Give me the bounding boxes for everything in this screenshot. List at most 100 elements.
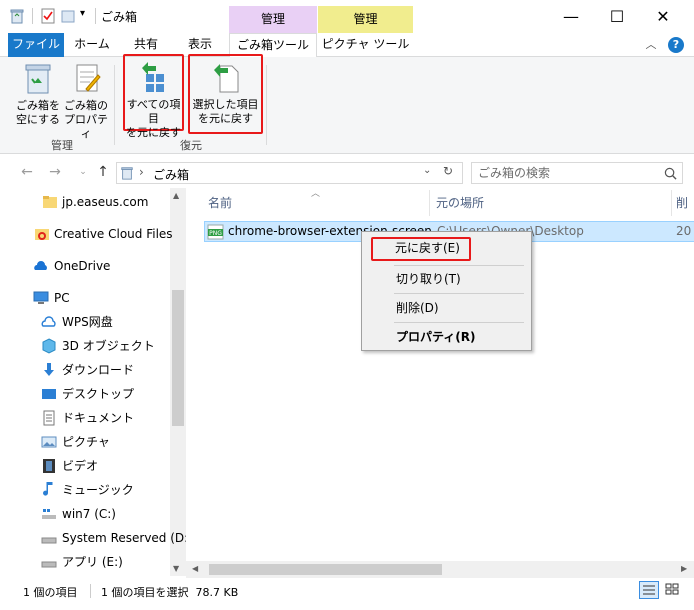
file-date-deleted: 20 — [676, 224, 692, 238]
restore-selected-items-button[interactable]: 選択した項目 を元に戻す — [188, 54, 263, 134]
computer-icon — [33, 291, 49, 304]
nav-item-downloads[interactable]: ダウンロード — [0, 358, 168, 382]
png-file-icon: PNG — [207, 224, 224, 240]
film-icon — [43, 459, 55, 473]
window-title: ごみ箱 — [101, 10, 138, 24]
up-arrow-icon[interactable]: ↑ — [94, 164, 112, 180]
scroll-down-icon[interactable]: ▼ — [173, 564, 179, 573]
nav-item-3d-objects[interactable]: 3D オブジェクト — [0, 334, 168, 358]
nav-item-drive-e[interactable]: アプリ (E:) — [0, 550, 168, 574]
nav-item-desktop[interactable]: デスクトップ — [0, 382, 168, 406]
recycle-bin-properties-button[interactable]: ごみ箱の プロパティ — [62, 61, 110, 140]
menu-item-properties[interactable]: プロパティ(R) — [366, 326, 526, 348]
chevron-down-icon[interactable]: ⌄ — [423, 165, 431, 176]
chevron-up-icon[interactable]: ︿ — [641, 33, 661, 57]
document-icon — [43, 410, 55, 426]
nav-item-drive-d[interactable]: System Reserved (D:) — [0, 526, 193, 550]
tab-file[interactable]: ファイル — [8, 33, 64, 57]
new-folder-icon[interactable] — [60, 8, 76, 24]
properties-document-icon — [76, 64, 101, 92]
refresh-icon[interactable]: ↻ — [443, 164, 453, 178]
forward-arrow-icon[interactable]: → — [46, 164, 64, 180]
nav-item-drive-c[interactable]: win7 (C:) — [0, 502, 168, 526]
address-field[interactable]: › ごみ箱 ⌄ ↻ — [116, 162, 463, 184]
scroll-right-icon[interactable]: ▶ — [681, 564, 687, 573]
nav-item-jp-easeus[interactable]: jp.easeus.com — [0, 190, 168, 214]
details-view-icon — [643, 585, 655, 595]
search-icon[interactable] — [664, 167, 677, 180]
breadcrumb-recycle-bin[interactable]: ごみ箱 — [153, 166, 189, 183]
address-bar-row: ← → ⌄ ↑ › ごみ箱 ⌄ ↻ ごみ箱の検索 — [0, 156, 694, 188]
menu-separator — [394, 293, 524, 294]
maximize-button[interactable]: ☐ — [594, 0, 640, 33]
details-view-button[interactable] — [639, 581, 659, 599]
nav-item-creative-cloud[interactable]: Creative Cloud Files — [0, 222, 173, 246]
item-count: 1 個の項目 — [23, 586, 78, 599]
nav-item-pc[interactable]: PC — [0, 286, 168, 310]
restore-all-icon — [141, 62, 164, 92]
nav-item-documents[interactable]: ドキュメント — [0, 406, 168, 430]
nav-item-onedrive[interactable]: OneDrive — [0, 254, 168, 278]
column-header-name[interactable]: 名前 — [208, 190, 430, 216]
horizontal-scrollbar-thumb[interactable] — [209, 564, 442, 575]
nav-item-pictures[interactable]: ピクチャ — [0, 430, 168, 454]
restore-selected-icon — [213, 64, 238, 93]
onedrive-cloud-icon — [34, 261, 47, 270]
title-bar: ▾ ごみ箱 管理 管理 — ☐ ✕ — [0, 0, 694, 33]
ribbon-group-restore-label: 復元 — [180, 139, 202, 152]
ribbon-tab-bar: ファイル ホーム 共有 表示 ごみ箱ツール ピクチャ ツール ︿ ? — [0, 33, 694, 58]
divider — [95, 8, 96, 24]
music-note-icon — [43, 482, 53, 496]
ribbon: ごみ箱を 空にする ごみ箱の プロパティ すべての項目 を元に戻す 選択した項目… — [0, 54, 694, 154]
back-arrow-icon[interactable]: ← — [18, 164, 36, 180]
picture-icon — [41, 436, 57, 448]
quick-access-dropdown-icon[interactable]: ▾ — [80, 8, 85, 19]
desktop-icon — [42, 389, 56, 399]
status-bar: 1 個の項目 1 個の項目を選択 78.7 KB — [0, 578, 694, 610]
restore-all-items-button[interactable]: すべての項目 を元に戻す — [123, 54, 184, 139]
minimize-button[interactable]: — — [548, 0, 594, 33]
ribbon-group-divider — [266, 65, 267, 145]
ribbon-group-manage-label: 管理 — [51, 139, 73, 152]
context-tab-header-manage-picture: 管理 — [318, 6, 413, 33]
empty-recycle-bin-button[interactable]: ごみ箱を 空にする — [14, 61, 62, 135]
divider — [32, 8, 33, 24]
3d-cube-icon — [42, 338, 56, 354]
menu-item-restore[interactable]: 元に戻す(E) — [371, 237, 471, 261]
creative-cloud-icon — [35, 229, 49, 240]
scroll-left-icon[interactable]: ◀ — [192, 564, 198, 573]
nav-item-music[interactable]: ミュージック — [0, 478, 168, 502]
context-menu: 元に戻す(E) 切り取り(T) 削除(D) プロパティ(R) — [361, 231, 532, 351]
drive-icon — [41, 537, 57, 544]
recycle-bin-icon — [121, 167, 133, 180]
folder-icon — [43, 196, 57, 208]
column-header-date-deleted[interactable]: 削 — [676, 190, 694, 216]
nav-item-wps[interactable]: WPS网盘 — [0, 310, 168, 334]
wps-cloud-icon — [41, 316, 56, 327]
menu-separator — [394, 322, 524, 323]
close-button[interactable]: ✕ — [640, 0, 686, 33]
recent-locations-chevron-icon[interactable]: ⌄ — [74, 164, 92, 180]
empty-recycle-bin-icon — [25, 64, 51, 94]
nav-item-videos[interactable]: ビデオ — [0, 454, 168, 478]
tab-home[interactable]: ホーム — [64, 33, 120, 57]
search-input[interactable]: ごみ箱の検索 — [471, 162, 683, 184]
nav-scrollbar-thumb[interactable] — [172, 290, 184, 426]
ribbon-group-divider — [114, 65, 115, 145]
selection-info: 1 個の項目を選択 78.7 KB — [101, 586, 239, 599]
divider — [90, 584, 91, 598]
help-icon[interactable]: ? — [668, 37, 684, 53]
large-icons-view-icon — [665, 583, 679, 595]
column-header-original-location[interactable]: 元の場所 — [436, 190, 672, 216]
menu-item-cut[interactable]: 切り取り(T) — [366, 268, 526, 290]
menu-separator — [394, 265, 524, 266]
large-icons-view-button[interactable] — [663, 581, 683, 599]
recycle-bin-icon — [10, 9, 24, 24]
properties-check-icon[interactable] — [40, 8, 56, 24]
windows-drive-icon — [42, 509, 56, 519]
menu-item-delete[interactable]: 削除(D) — [366, 297, 526, 319]
breadcrumb-separator-icon[interactable]: › — [139, 165, 144, 179]
svg-text:PNG: PNG — [209, 230, 222, 237]
scroll-up-icon[interactable]: ▲ — [173, 191, 179, 200]
tab-picture-tools[interactable]: ピクチャ ツール — [318, 33, 413, 57]
